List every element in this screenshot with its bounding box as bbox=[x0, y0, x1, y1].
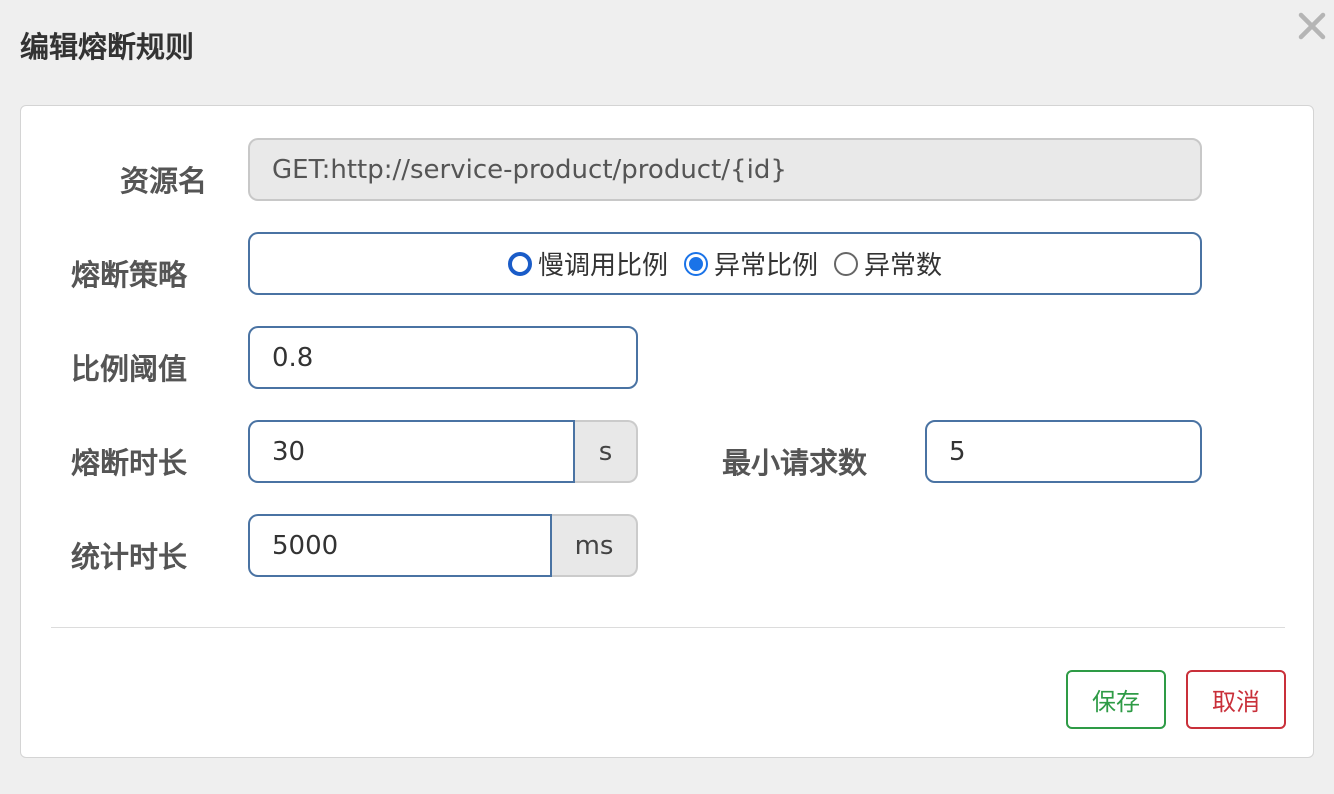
break-duration-unit: s bbox=[575, 420, 638, 483]
strategy-option-label: 异常比例 bbox=[713, 251, 818, 281]
min-requests-input[interactable]: 5 bbox=[925, 420, 1202, 483]
ratio-threshold-value: 0.8 bbox=[272, 342, 314, 373]
radio-error-count[interactable] bbox=[834, 251, 858, 276]
close-icon[interactable] bbox=[1294, 8, 1330, 44]
strategy-option-label: 异常数 bbox=[864, 251, 943, 281]
ratio-threshold-label: 比例阈值 bbox=[70, 352, 187, 386]
resource-value: GET:http://service-product/product/{id} bbox=[272, 154, 787, 185]
strategy-option-slow-ratio[interactable]: 慢调用比例 bbox=[507, 245, 668, 282]
ratio-threshold-input[interactable]: 0.8 bbox=[248, 326, 638, 389]
stat-duration-input[interactable]: 5000 bbox=[248, 514, 552, 577]
break-duration-value: 30 bbox=[272, 436, 306, 467]
stat-duration-unit: ms bbox=[552, 514, 638, 577]
dialog-title: 编辑熔断规则 bbox=[20, 30, 195, 64]
stat-duration-label: 统计时长 bbox=[70, 540, 187, 574]
radio-error-ratio[interactable] bbox=[683, 251, 708, 276]
radio-slow-ratio[interactable] bbox=[507, 251, 532, 276]
strategy-option-error-count[interactable]: 异常数 bbox=[834, 245, 942, 282]
min-requests-value: 5 bbox=[949, 436, 966, 467]
resource-field: GET:http://service-product/product/{id} bbox=[248, 138, 1202, 201]
footer-divider bbox=[51, 627, 1285, 628]
strategy-label: 熔断策略 bbox=[70, 258, 187, 292]
form-panel: 资源名 GET:http://service-product/product/{… bbox=[20, 105, 1314, 758]
resource-label: 资源名 bbox=[119, 164, 207, 198]
cancel-button[interactable]: 取消 bbox=[1186, 670, 1286, 729]
strategy-option-label: 慢调用比例 bbox=[537, 251, 668, 281]
save-button[interactable]: 保存 bbox=[1066, 670, 1166, 729]
strategy-option-error-ratio[interactable]: 异常比例 bbox=[683, 245, 818, 282]
min-requests-label: 最小请求数 bbox=[721, 446, 867, 480]
break-duration-label: 熔断时长 bbox=[70, 446, 187, 480]
strategy-radio-group: 慢调用比例 异常比例 异常数 bbox=[248, 232, 1202, 295]
break-duration-input[interactable]: 30 bbox=[248, 420, 575, 483]
stat-duration-value: 5000 bbox=[272, 530, 339, 561]
